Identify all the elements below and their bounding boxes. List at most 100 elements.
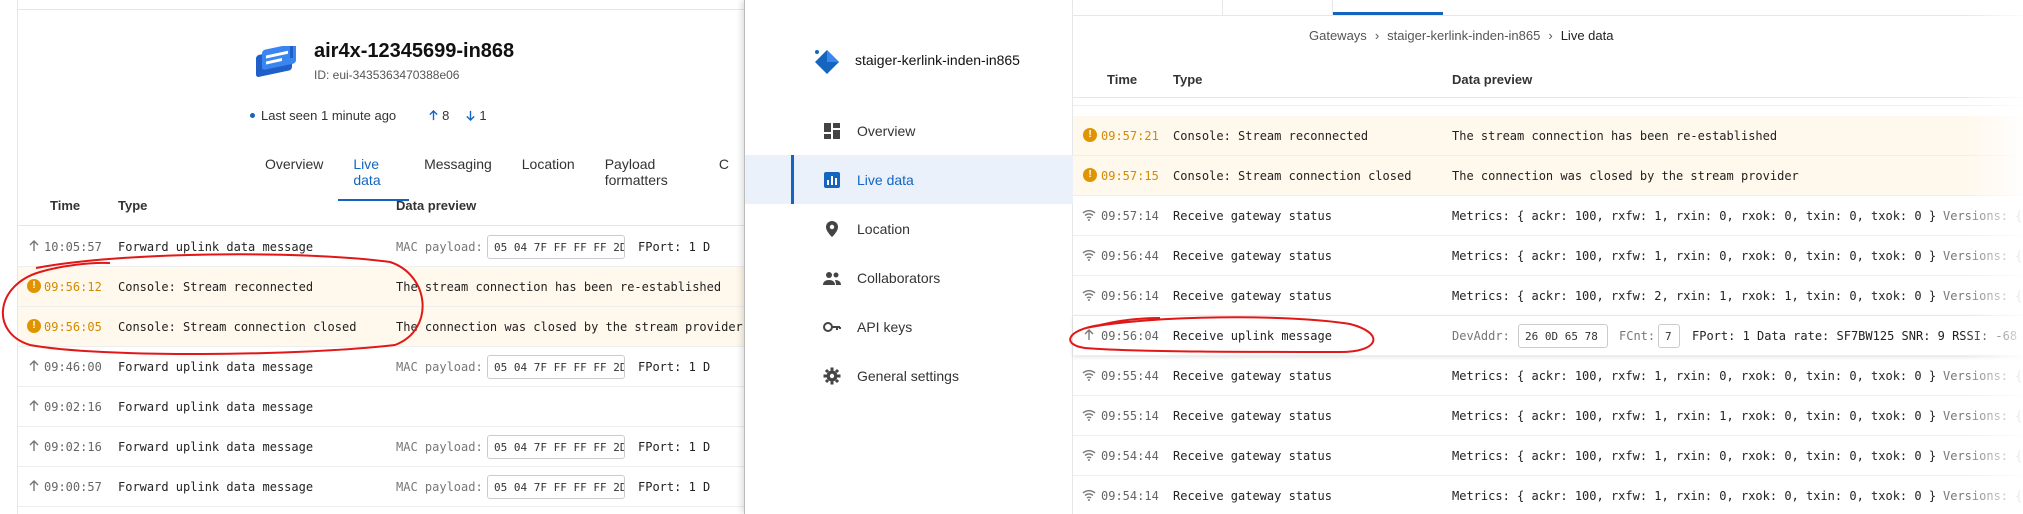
arrow-up-icon <box>1084 329 1094 340</box>
gateway-icon <box>815 50 839 74</box>
table-row[interactable]: 10:05:57 Forward uplink data message MAC… <box>18 227 744 267</box>
breadcrumb-gateways[interactable]: Gateways <box>1309 28 1367 43</box>
table-row[interactable]: 09:56:44 Receive gateway status Metrics:… <box>1073 236 2023 276</box>
warning-icon: ! <box>27 319 41 333</box>
row-time: 09:56:44 <box>1101 249 1159 263</box>
uplink-count-value: 8 <box>442 108 450 123</box>
row-type: Receive gateway status <box>1173 289 1332 303</box>
table-row[interactable]: 09:02:16 Forward uplink data message <box>18 387 744 427</box>
row-time: 09:56:04 <box>1101 329 1159 343</box>
sidebar-item-label: Live data <box>857 171 914 188</box>
sidebar-item-live-data[interactable]: Live data <box>745 155 1073 204</box>
warning-icon: ! <box>1083 168 1097 182</box>
table-row[interactable]: ! 09:56:12 Console: Stream reconnected T… <box>18 267 744 307</box>
table-row-uplink[interactable]: 09:56:04 Receive uplink message DevAddr:… <box>1073 316 2023 356</box>
sidebar-item-label: General settings <box>857 367 959 384</box>
row-label: MAC payload: <box>396 240 483 254</box>
table-row[interactable]: 09:02:16 Forward uplink data message MAC… <box>18 427 744 467</box>
row-type: Forward uplink data message <box>118 400 314 414</box>
row-text: The connection was closed by the stream … <box>1452 169 1799 183</box>
row-time: 09:57:15 <box>1101 169 1159 183</box>
table-row[interactable]: 09:54:44 Receive gateway status Metrics:… <box>1073 436 2023 476</box>
sidebar-item-label: Location <box>857 220 910 237</box>
col-type: Type <box>118 198 148 213</box>
wifi-icon <box>1082 210 1096 221</box>
screenshot-stage: air4x-12345699-in868 ID: eui-34353634703… <box>0 0 2023 514</box>
row-type: Forward uplink data message <box>118 240 314 254</box>
table-row[interactable]: 09:56:14 Receive gateway status Metrics:… <box>1073 276 2023 316</box>
sidebar-item-general-settings[interactable]: General settings <box>745 351 1073 400</box>
sidebar-item-location[interactable]: Location <box>745 204 1073 253</box>
row-time: 09:57:21 <box>1101 129 1159 143</box>
active-tab-indicator <box>1333 12 1443 15</box>
row-time: 09:02:16 <box>44 400 102 414</box>
arrow-up-icon <box>429 110 438 121</box>
gateway-title: staiger-kerlink-inden-in865 <box>855 52 1020 68</box>
gateway-sidebar: staiger-kerlink-inden-in865 Overview Liv… <box>745 0 1073 514</box>
warning-icon: ! <box>27 279 41 293</box>
col-time: Time <box>1107 72 1138 87</box>
row-time: 10:05:57 <box>44 240 102 254</box>
devaddr-label: DevAddr: <box>1452 329 1510 343</box>
table-row[interactable]: 09:57:14 Receive gateway status Metrics:… <box>1073 196 2023 236</box>
row-label: MAC payload: <box>396 440 483 454</box>
table-row[interactable]: 09:55:44 Receive gateway status Metrics:… <box>1073 356 2023 396</box>
row-text: The connection was closed by the stream … <box>396 320 743 334</box>
wifi-icon <box>1082 370 1096 381</box>
row-type: Forward uplink data message <box>118 480 314 494</box>
sidebar-item-api-keys[interactable]: API keys <box>745 302 1073 351</box>
row-type: Console: Stream reconnected <box>1173 129 1369 143</box>
mac-payload-box: 05 04 7F FF FF FF 2D 64 … <box>487 435 625 459</box>
downlink-count-value: 1 <box>479 108 487 123</box>
device-title: air4x-12345699-in868 <box>314 40 515 62</box>
row-time: 09:56:05 <box>44 320 102 334</box>
row-versions: Versions: { <box>1943 209 2023 223</box>
row-metrics: Metrics: { ackr: 100, rxfw: 1, rxin: 1, … <box>1452 409 1937 423</box>
row-extra: FPort: 1 D <box>638 480 711 494</box>
table-row[interactable]: 09:54:14 Receive gateway status Metrics:… <box>1073 476 2023 514</box>
device-icon <box>256 46 296 78</box>
sidebar-item-collaborators[interactable]: Collaborators <box>745 253 1073 302</box>
status-dot-icon <box>250 113 255 118</box>
breadcrumb-gateway[interactable]: staiger-kerlink-inden-in865 <box>1387 28 1540 43</box>
table-row[interactable]: 09:55:14 Receive gateway status Metrics:… <box>1073 396 2023 436</box>
overview-icon <box>824 122 840 139</box>
table-row[interactable]: ! 09:56:05 Console: Stream connection cl… <box>18 307 744 347</box>
fcnt-box: 7 <box>1658 324 1680 348</box>
row-type: Console: Stream connection closed <box>1173 169 1412 183</box>
downlink-count: 1 <box>465 108 487 123</box>
row-time: 09:55:14 <box>1101 409 1159 423</box>
arrow-up-icon <box>29 440 39 451</box>
gear-icon <box>823 367 841 384</box>
sidebar-item-label: Overview <box>857 122 916 139</box>
table-row[interactable]: ! 09:57:21 Console: Stream reconnected T… <box>1073 116 2023 156</box>
row-time: 09:46:00 <box>44 360 102 374</box>
arrow-up-icon <box>29 240 39 251</box>
row-versions: Versions: { <box>1943 289 2023 303</box>
location-pin-icon <box>826 220 838 237</box>
col-time: Time <box>50 198 81 213</box>
row-time: 09:55:44 <box>1101 369 1159 383</box>
uplink-count: 8 <box>428 108 449 123</box>
row-time: 09:02:16 <box>44 440 102 454</box>
table-row[interactable]: 09:00:57 Forward uplink data message MAC… <box>18 467 744 507</box>
row-rest: FPort: 1 Data rate: SF7BW125 SNR: 9 RSSI… <box>1692 329 2018 343</box>
fcnt-label: FCnt: <box>1619 329 1656 343</box>
device-window: air4x-12345699-in868 ID: eui-34353634703… <box>0 0 744 514</box>
row-metrics: Metrics: { ackr: 100, rxfw: 1, rxin: 0, … <box>1452 249 1937 263</box>
row-label: MAC payload: <box>396 480 483 494</box>
wifi-icon <box>1082 410 1096 421</box>
sidebar-item-label: Collaborators <box>857 269 941 286</box>
arrow-up-icon <box>29 400 39 411</box>
table-row[interactable]: ! 09:57:15 Console: Stream connection cl… <box>1073 156 2023 196</box>
table-row[interactable]: 09:46:00 Forward uplink data message MAC… <box>18 347 744 387</box>
partial-row <box>1073 98 2023 106</box>
row-time: 09:57:14 <box>1101 209 1159 223</box>
row-type: Console: Stream connection closed <box>118 320 357 334</box>
row-type: Forward uplink data message <box>118 440 314 454</box>
col-data-preview: Data preview <box>396 198 477 213</box>
sidebar-item-label: API keys <box>857 318 913 335</box>
row-time: 09:54:44 <box>1101 449 1159 463</box>
sidebar-item-overview[interactable]: Overview <box>745 106 1073 155</box>
row-text: The stream connection has been re-establ… <box>1452 129 1778 143</box>
